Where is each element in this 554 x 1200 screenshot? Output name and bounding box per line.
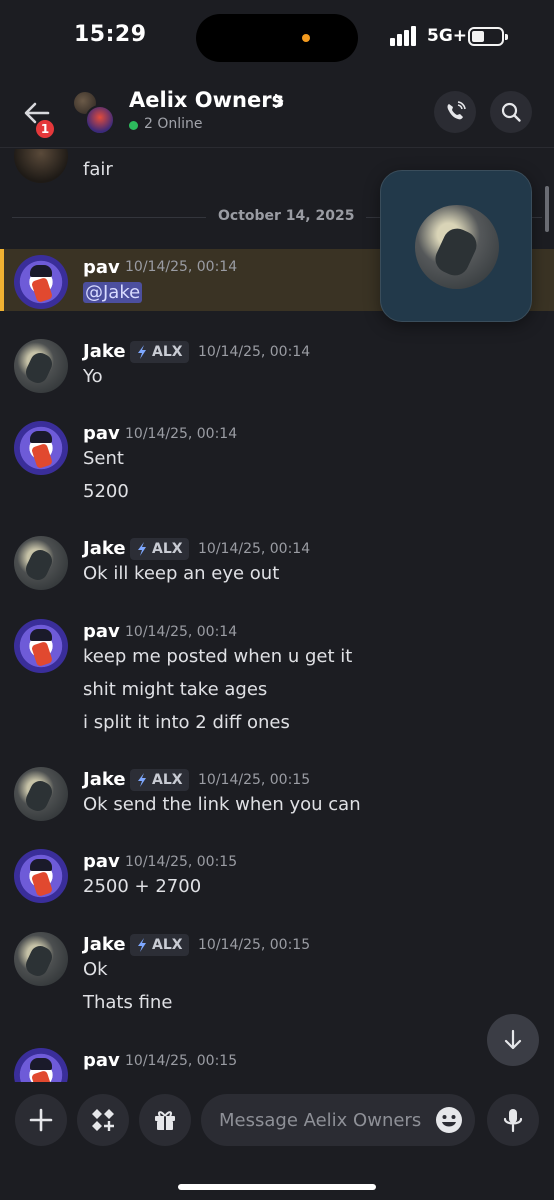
message-input-container[interactable]: [201, 1094, 475, 1146]
online-status-dot: [129, 121, 138, 130]
avatar[interactable]: [14, 255, 68, 309]
apps-icon: [92, 1109, 114, 1131]
call-button[interactable]: [434, 91, 476, 133]
bolt-icon: [138, 542, 146, 556]
message-timestamp: 10/14/25, 00:15: [198, 937, 311, 953]
message-text: Sent: [83, 448, 124, 469]
message-text: Ok ill keep an eye out: [83, 563, 280, 584]
voice-call-pip[interactable]: [380, 170, 532, 322]
date-divider-label: October 14, 2025: [206, 208, 367, 224]
message-text: fair: [83, 159, 113, 180]
signal-icon: [390, 26, 420, 46]
message-text: 5200: [83, 481, 129, 502]
message-timestamp: 10/14/25, 00:14: [125, 624, 238, 640]
server-tag-label: ALX: [152, 772, 183, 788]
message-text: Yo: [83, 366, 103, 387]
message-text: shit might take ages: [83, 679, 268, 700]
search-icon: [501, 102, 521, 122]
server-tag[interactable]: ALX: [130, 341, 189, 363]
bolt-icon: [138, 938, 146, 952]
chat-screen: 15:29 5G+ 1 Aelix Owners 2 Online fair O…: [0, 0, 554, 1200]
server-tag-label: ALX: [152, 541, 183, 557]
message-author[interactable]: pav: [83, 1050, 120, 1071]
avatar[interactable]: [14, 339, 68, 393]
plus-icon: [29, 1108, 53, 1132]
message-text: Ok send the link when you can: [83, 794, 361, 815]
message-timestamp: 10/14/25, 00:14: [125, 259, 238, 275]
add-attachment-button[interactable]: [15, 1094, 67, 1146]
bolt-icon: [138, 345, 146, 359]
message-author[interactable]: pav: [83, 851, 120, 872]
message-timestamp: 10/14/25, 00:14: [198, 344, 311, 360]
message-input[interactable]: [219, 1094, 429, 1146]
message-text: @Jake: [83, 282, 143, 303]
chevron-right-icon: [274, 93, 284, 109]
server-tag[interactable]: ALX: [130, 769, 189, 791]
server-tag-label: ALX: [152, 344, 183, 360]
server-tag[interactable]: ALX: [130, 934, 189, 956]
message-text: 2500 + 2700: [83, 876, 202, 897]
recording-indicator: [302, 34, 310, 42]
server-tag[interactable]: ALX: [130, 538, 189, 560]
emoji-icon[interactable]: [434, 1105, 464, 1135]
apps-button[interactable]: [77, 1094, 129, 1146]
gift-button[interactable]: [139, 1094, 191, 1146]
avatar[interactable]: [14, 619, 68, 673]
message-author[interactable]: pav: [83, 423, 120, 444]
message-timestamp: 10/14/25, 00:15: [125, 1053, 238, 1069]
gift-icon: [155, 1111, 175, 1130]
network-type: 5G+: [427, 26, 468, 46]
message-author[interactable]: Jake: [83, 769, 126, 790]
message-text: Ok: [83, 959, 108, 980]
mention-highlight-bar: [0, 249, 4, 311]
chat-header: 1 Aelix Owners 2 Online: [0, 80, 554, 148]
unread-badge: 1: [34, 118, 56, 140]
arrow-down-icon: [504, 1029, 522, 1050]
home-indicator: [178, 1184, 376, 1190]
avatar[interactable]: [14, 932, 68, 986]
message-author[interactable]: Jake: [83, 341, 126, 362]
voice-message-button[interactable]: [487, 1094, 539, 1146]
message-timestamp: 10/14/25, 00:15: [125, 854, 238, 870]
avatar[interactable]: [14, 1048, 68, 1082]
message-timestamp: 10/14/25, 00:15: [198, 772, 311, 788]
status-bar: 15:29 5G+: [0, 0, 554, 78]
dynamic-island: [196, 14, 358, 62]
message-timestamp: 10/14/25, 00:14: [198, 541, 311, 557]
channel-title[interactable]: Aelix Owners: [129, 88, 284, 112]
bolt-icon: [138, 773, 146, 787]
avatar[interactable]: [14, 849, 68, 903]
phone-icon: [447, 101, 466, 120]
jump-to-latest-button[interactable]: [487, 1014, 539, 1066]
avatar[interactable]: [14, 767, 68, 821]
scrollbar[interactable]: [545, 186, 549, 232]
message-text: i split it into 2 diff ones: [83, 712, 290, 733]
message-text: Thats fine: [83, 992, 173, 1013]
avatar[interactable]: [14, 149, 68, 183]
mic-icon: [503, 1109, 523, 1133]
message-author[interactable]: Jake: [83, 538, 126, 559]
avatar[interactable]: [14, 421, 68, 475]
message-author[interactable]: pav: [83, 621, 120, 642]
status-time: 15:29: [74, 22, 147, 47]
search-button[interactable]: [490, 91, 532, 133]
battery-icon: [468, 27, 508, 46]
avatar[interactable]: [14, 536, 68, 590]
server-tag-label: ALX: [152, 937, 183, 953]
group-avatar-secondary[interactable]: [85, 105, 115, 135]
online-count: 2 Online: [144, 116, 203, 132]
message-author[interactable]: Jake: [83, 934, 126, 955]
user-mention[interactable]: @Jake: [83, 282, 143, 303]
call-participant-avatar: [415, 205, 499, 289]
message-text: keep me posted when u get it: [83, 646, 353, 667]
message-composer: [0, 1082, 554, 1200]
message-author[interactable]: pav: [83, 257, 120, 278]
message-timestamp: 10/14/25, 00:14: [125, 426, 238, 442]
